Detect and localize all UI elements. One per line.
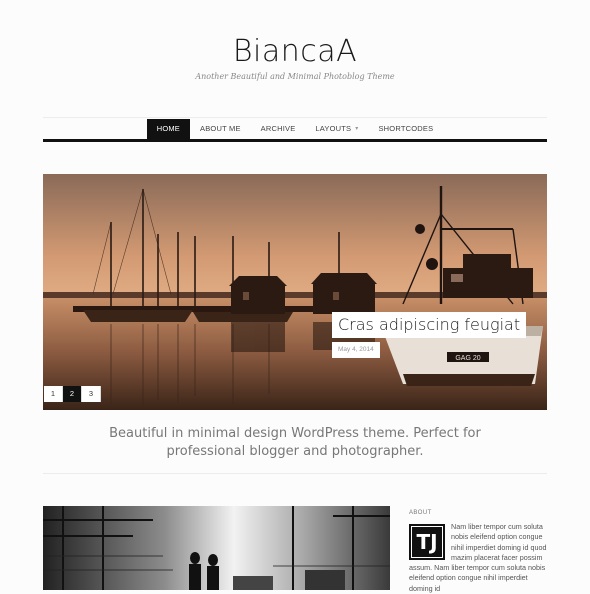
post-photo xyxy=(43,506,390,590)
slide-caption: Cras adipiscing feugiat May 4, 2014 xyxy=(332,312,527,358)
nav-item-layouts[interactable]: LAYOUTS ▾ xyxy=(305,119,368,139)
intro-text: Beautiful in minimal design WordPress th… xyxy=(100,425,490,461)
intro-divider xyxy=(43,473,547,474)
slider-page-3[interactable]: 3 xyxy=(82,386,101,402)
intro-line-2: professional blogger and photographer. xyxy=(166,444,424,459)
nav-item-label: HOME xyxy=(156,124,181,133)
nav-item-label: SHORTCODES xyxy=(378,124,434,133)
nav-item-archive[interactable]: ARCHIVE xyxy=(251,119,306,139)
sidebar: ABOUT TJ Nam liber tempor cum soluta nob… xyxy=(409,510,549,594)
slide-date: May 4, 2014 xyxy=(332,342,380,358)
nav-item-label: ABOUT ME xyxy=(200,124,241,133)
nav-item-home[interactable]: HOME xyxy=(146,119,191,139)
slider-pager: 1 2 3 xyxy=(44,386,101,402)
page: BiancaA Another Beautiful and Minimal Ph… xyxy=(0,0,590,593)
site-header: BiancaA Another Beautiful and Minimal Ph… xyxy=(0,34,590,81)
about-widget-title: ABOUT xyxy=(409,510,432,516)
about-logo: TJ xyxy=(409,524,445,560)
post-thumbnail[interactable] xyxy=(43,506,390,590)
about-widget: TJ Nam liber tempor cum soluta nobis ele… xyxy=(409,522,549,594)
nav-item-shortcodes[interactable]: SHORTCODES xyxy=(368,119,443,139)
slide-image: GAG 20 xyxy=(43,174,547,410)
slider-page-1[interactable]: 1 xyxy=(44,386,63,402)
nav-divider-bottom xyxy=(43,139,547,142)
featured-slider[interactable]: GAG 20 Cras adipiscing feugiat May 4, 20… xyxy=(43,174,547,410)
site-tagline: Another Beautiful and Minimal Photoblog … xyxy=(195,72,395,81)
slider-page-2[interactable]: 2 xyxy=(63,386,82,402)
chevron-down-icon: ▾ xyxy=(355,126,359,132)
nav-item-about-me[interactable]: ABOUT ME xyxy=(190,119,251,139)
nav-item-label: LAYOUTS xyxy=(315,124,352,133)
main-nav: HOME ABOUT ME ARCHIVE LAYOUTS ▾ SHORTCOD… xyxy=(43,119,547,139)
slide-title[interactable]: Cras adipiscing feugiat xyxy=(332,312,527,338)
nav-item-label: ARCHIVE xyxy=(260,124,296,133)
site-title[interactable]: BiancaA xyxy=(0,34,590,70)
intro-line-1: Beautiful in minimal design WordPress th… xyxy=(109,426,481,441)
nav-divider-top xyxy=(43,117,547,118)
